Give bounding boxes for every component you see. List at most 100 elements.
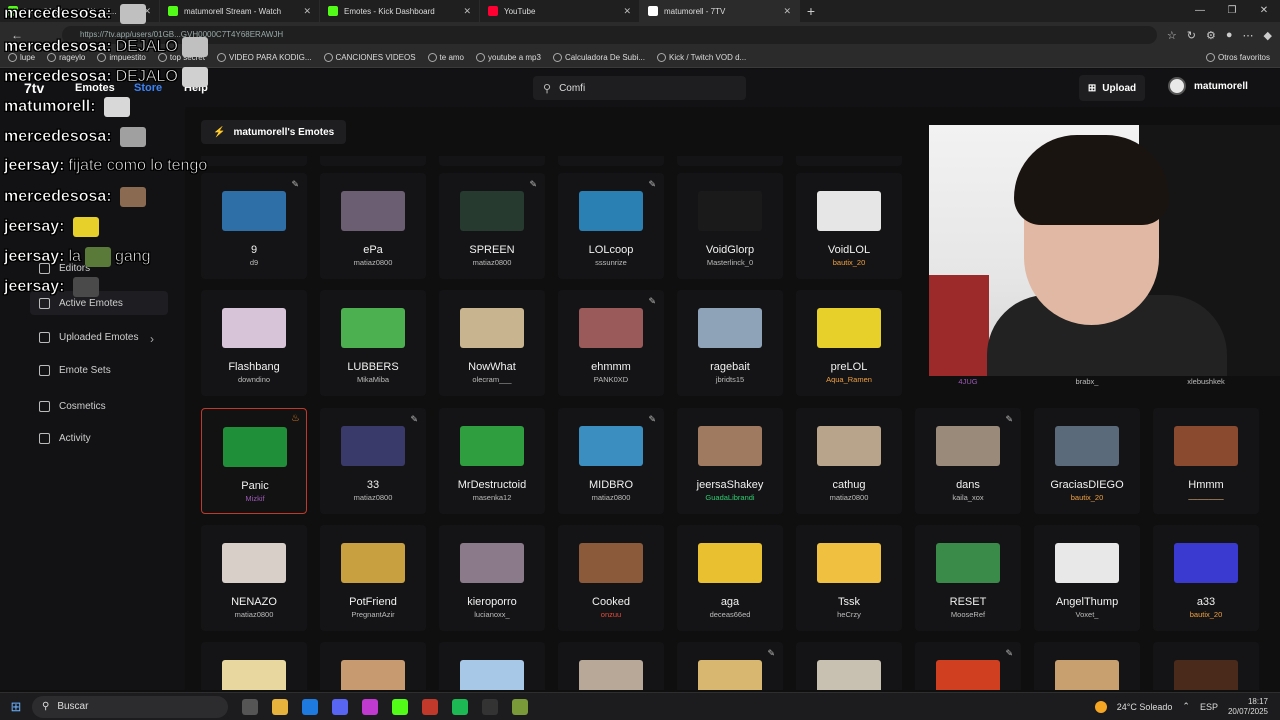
maximize-button[interactable]: ❐ xyxy=(1216,0,1248,22)
user-menu[interactable]: matumorell xyxy=(1168,77,1248,95)
pencil-icon[interactable]: ✎ xyxy=(529,179,537,190)
emote-owner[interactable]: bautix_20 xyxy=(1034,493,1140,502)
sidebar-item-uploaded-emotes[interactable]: Uploaded Emotes xyxy=(30,325,168,349)
emote-card[interactable]: Panic Mizkif ♨ xyxy=(201,408,307,514)
edge-icon[interactable] xyxy=(302,698,318,715)
emote-owner[interactable]: matiaz0800 xyxy=(439,258,545,267)
emote-owner[interactable]: jbridts15 xyxy=(677,375,783,384)
pencil-icon[interactable]: ✎ xyxy=(648,296,656,307)
emote-card[interactable]: ragebait jbridts15 xyxy=(677,290,783,396)
emote-owner[interactable]: xlebushkek xyxy=(1153,377,1259,386)
emote-card[interactable]: PotFriend PregnantAzir xyxy=(320,525,426,631)
emote-card[interactable]: aga deceas66ed xyxy=(677,525,783,631)
emote-card[interactable]: jeersaShakey GuadaLibrandi xyxy=(677,408,783,514)
emote-owner[interactable]: masenka12 xyxy=(439,493,545,502)
sidebar-item-cosmetics[interactable]: Cosmetics xyxy=(30,394,168,418)
emote-card[interactable]: GraciasDIEGO bautix_20 xyxy=(1034,408,1140,514)
weather-text[interactable]: 24°C Soleado xyxy=(1117,702,1173,712)
bookmark-item[interactable]: VIDEO PARA KODIG... xyxy=(216,53,312,62)
bookmark-item[interactable]: te amo xyxy=(427,53,464,62)
extensions-icon[interactable]: ⚙ xyxy=(1206,29,1216,42)
emote-card[interactable]: ehmmm PANK0XD ✎ xyxy=(558,290,664,396)
emote-owner[interactable]: matiaz0800 xyxy=(201,610,307,619)
emote-owner[interactable]: MooseRef xyxy=(915,610,1021,619)
pencil-icon[interactable]: ✎ xyxy=(1005,648,1013,659)
sidebar-item-emote-sets[interactable]: Emote Sets xyxy=(30,358,168,382)
tray-arrow-icon[interactable]: ⌃ xyxy=(1182,701,1190,712)
emote-owner[interactable]: matiaz0800 xyxy=(558,493,664,502)
spotify-icon[interactable] xyxy=(452,698,468,715)
kick-icon[interactable] xyxy=(392,698,408,715)
emote-owner[interactable]: PANK0XD xyxy=(558,375,664,384)
taskbar-search[interactable]: ⚲ Buscar xyxy=(32,695,228,718)
new-tab-button[interactable]: + xyxy=(800,3,822,19)
discord-icon[interactable] xyxy=(332,698,348,715)
emote-owner[interactable]: ــــــــــــــــ xyxy=(1153,493,1259,502)
bookmark-item[interactable]: CANCIONES VIDEOS xyxy=(323,53,416,62)
emote-card[interactable]: ✎ xyxy=(915,642,1021,690)
emote-card[interactable]: LUBBERS MikaMiba xyxy=(320,290,426,396)
emote-card[interactable]: VoidGlorp Masterlinck_0 xyxy=(677,173,783,279)
emote-owner[interactable]: Masterlinck_0 xyxy=(677,258,783,267)
emote-card[interactable]: VoidLOL bautix_20 xyxy=(796,173,902,279)
emote-owner[interactable]: heCrzy xyxy=(796,610,902,619)
emote-card[interactable]: kieroporro lucianoxx_ xyxy=(439,525,545,631)
bookmark-item[interactable]: youtube a mp3 xyxy=(476,53,541,62)
emote-owner[interactable]: downdino xyxy=(201,375,307,384)
emote-card[interactable]: RESET MooseRef xyxy=(915,525,1021,631)
emote-card[interactable]: Hmmm ــــــــــــــــ xyxy=(1153,408,1259,514)
minimize-button[interactable]: — xyxy=(1184,0,1216,22)
chevron-right-icon[interactable]: › xyxy=(150,332,154,346)
pencil-icon[interactable]: ✎ xyxy=(767,648,775,659)
profile-icon[interactable]: ● xyxy=(1226,29,1233,42)
search-input[interactable]: ⚲ Comfi xyxy=(533,76,746,100)
emote-owner[interactable]: bautix_20 xyxy=(796,258,902,267)
emote-card[interactable]: NENAZO matiaz0800 xyxy=(201,525,307,631)
upload-button[interactable]: ⊞ Upload xyxy=(1079,75,1145,101)
emote-owner[interactable]: GuadaLibrandi xyxy=(677,493,783,502)
copilot-icon[interactable]: ◆ xyxy=(1264,29,1272,42)
emote-owner[interactable]: onzuu xyxy=(558,610,664,619)
emote-card[interactable] xyxy=(558,642,664,690)
emote-card[interactable]: MIDBRO matiaz0800 ✎ xyxy=(558,408,664,514)
emote-card[interactable]: LOLcoop sssunrize ✎ xyxy=(558,173,664,279)
emote-owner[interactable]: brabx_ xyxy=(1034,377,1140,386)
emote-owner[interactable]: bautix_20 xyxy=(1153,610,1259,619)
star-icon[interactable]: ☆ xyxy=(1167,29,1177,42)
emote-card[interactable]: cathug matiaz0800 xyxy=(796,408,902,514)
emote-owner[interactable]: matiaz0800 xyxy=(320,493,426,502)
emote-owner[interactable]: MikaMiba xyxy=(320,375,426,384)
emote-card[interactable]: Tssk heCrzy xyxy=(796,525,902,631)
emote-owner[interactable]: Voxet_ xyxy=(1034,610,1140,619)
emote-card[interactable] xyxy=(320,642,426,690)
app-icon[interactable] xyxy=(362,698,378,715)
browser-tab[interactable]: Emotes - Kick Dashboard ✕ xyxy=(320,0,480,22)
emote-card[interactable] xyxy=(439,642,545,690)
emote-owner[interactable]: matiaz0800 xyxy=(796,493,902,502)
emote-owner[interactable]: matiaz0800 xyxy=(320,258,426,267)
clock[interactable]: 18:17 20/07/2025 xyxy=(1228,697,1268,717)
windows-start-icon[interactable]: ⊞ xyxy=(0,699,32,715)
emote-owner[interactable]: deceas66ed xyxy=(677,610,783,619)
obs-icon[interactable] xyxy=(482,698,498,715)
emote-owner[interactable]: PregnantAzir xyxy=(320,610,426,619)
pencil-icon[interactable]: ✎ xyxy=(410,414,418,425)
emote-card[interactable]: NowWhat olecram___ xyxy=(439,290,545,396)
emote-card[interactable]: ✎ xyxy=(677,642,783,690)
url-field[interactable]: https://7tv.app/users/01GB...GVH0000C7T4… xyxy=(62,26,1157,44)
emote-card[interactable]: a33 bautix_20 xyxy=(1153,525,1259,631)
minecraft-icon[interactable] xyxy=(512,698,528,715)
bookmark-item[interactable]: Kick / Twitch VOD d... xyxy=(657,53,746,62)
language-indicator[interactable]: ESP xyxy=(1200,702,1218,712)
menu-icon[interactable]: ⋯ xyxy=(1243,29,1254,42)
emote-owner[interactable]: 4JUG xyxy=(915,377,1021,386)
emote-card[interactable]: AngelThump Voxet_ xyxy=(1034,525,1140,631)
sidebar-item-activity[interactable]: Activity xyxy=(30,426,168,450)
emote-owner[interactable]: lucianoxx_ xyxy=(439,610,545,619)
task-view-icon[interactable] xyxy=(242,698,258,715)
pencil-icon[interactable]: ✎ xyxy=(291,179,299,190)
emote-card[interactable]: Flashbang downdino xyxy=(201,290,307,396)
close-window-button[interactable]: ✕ xyxy=(1248,0,1280,22)
emote-card[interactable] xyxy=(1153,642,1259,690)
emote-set-title[interactable]: ⚡ matumorell's Emotes xyxy=(201,120,347,144)
